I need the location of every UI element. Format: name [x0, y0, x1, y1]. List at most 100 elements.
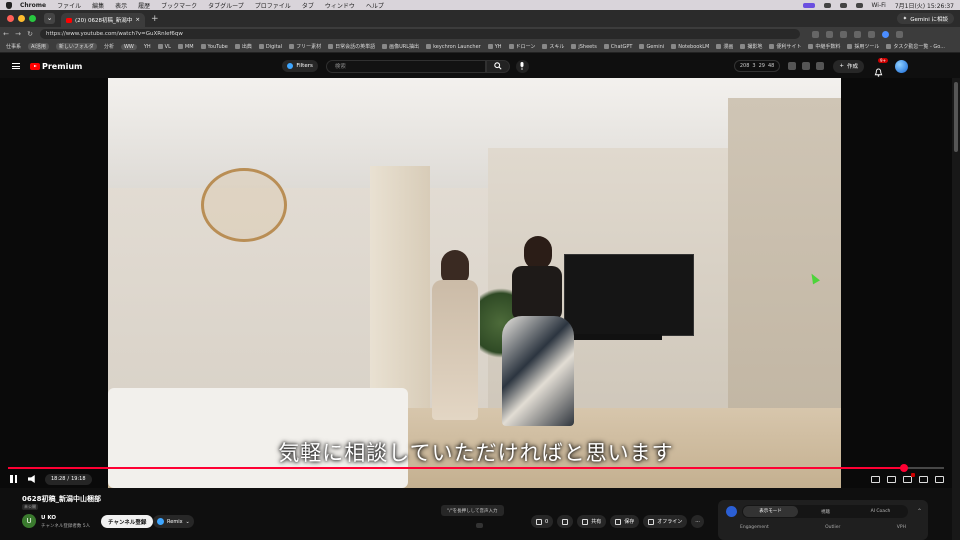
bookmark-item[interactable]: 採用ツール	[847, 43, 879, 50]
screen-record-icon[interactable]	[802, 2, 815, 8]
bookmark-item[interactable]: Gemini	[639, 44, 664, 50]
status-icon[interactable]	[839, 2, 847, 8]
battery-icon[interactable]	[855, 2, 863, 8]
like-button[interactable]: 0	[531, 515, 554, 528]
bookmark-item[interactable]: VL	[157, 44, 171, 50]
theater-mode-icon[interactable]	[919, 475, 928, 483]
chevron-up-icon[interactable]: ⌃	[917, 508, 922, 515]
video-frame[interactable]	[108, 78, 841, 488]
bookmark-item[interactable]: YH	[144, 44, 151, 50]
channel-avatar[interactable]: U	[22, 514, 36, 528]
bookmark-item[interactable]: ChatGPT	[603, 44, 632, 50]
search-input[interactable]: 検索	[325, 59, 486, 73]
bookmark-item[interactable]: 分析	[104, 43, 114, 50]
progress-bar[interactable]	[8, 464, 944, 472]
bookmark-item[interactable]: 漫画	[716, 43, 733, 50]
captions-icon[interactable]	[887, 475, 896, 483]
menu-window[interactable]: ウィンドウ	[325, 1, 355, 10]
extension-icon[interactable]	[788, 62, 797, 70]
bookmark-item[interactable]: 新しいフォルダ	[55, 43, 97, 50]
status-icon[interactable]	[823, 2, 831, 8]
menu-tab[interactable]: タブ	[302, 1, 314, 10]
save-button[interactable]: 保存	[610, 515, 640, 528]
voice-search-button[interactable]	[515, 59, 529, 73]
menu-file[interactable]: ファイル	[57, 1, 81, 10]
bookmark-item[interactable]: WW	[120, 43, 137, 50]
menu-profiles[interactable]: プロファイル	[255, 1, 291, 10]
chevron-down-icon[interactable]	[476, 523, 483, 528]
menu-view[interactable]: 表示	[115, 1, 127, 10]
bookmark-star-icon[interactable]	[812, 30, 819, 38]
reload-icon[interactable]: ↻	[24, 30, 36, 38]
bookmark-item[interactable]: MM	[177, 44, 194, 50]
scrollbar-thumb[interactable]	[954, 82, 958, 152]
bookmark-item[interactable]: 撮影地	[740, 43, 762, 50]
bookmark-item[interactable]: 便利サイト	[769, 43, 801, 50]
extension-icon[interactable]	[802, 62, 811, 70]
url-bar[interactable]: https://www.youtube.com/watch?v=GuXRnlef…	[40, 29, 800, 39]
gemini-button[interactable]: ✦ Gemini に相談	[896, 13, 954, 24]
apple-icon[interactable]	[6, 1, 12, 9]
menu-app-name[interactable]: Chrome	[20, 2, 46, 9]
bookmark-item[interactable]: 仕事系	[6, 43, 21, 50]
pause-icon[interactable]	[10, 475, 18, 483]
extension-icon[interactable]	[826, 30, 833, 38]
bookmark-item[interactable]: ドローン	[508, 43, 535, 50]
channel-name[interactable]: U KO	[41, 515, 56, 521]
profile-icon[interactable]	[882, 30, 889, 38]
search-button[interactable]	[485, 59, 510, 73]
bookmark-item[interactable]: スキル	[542, 43, 564, 50]
tab-search-icon[interactable]: ⌄	[44, 13, 55, 24]
bookmark-item[interactable]: 出典	[234, 43, 252, 50]
minimize-window-icon[interactable]	[18, 15, 25, 22]
bookmark-item[interactable]: 中継手数料	[808, 43, 840, 50]
extension-icon[interactable]	[840, 30, 847, 38]
hamburger-menu-icon[interactable]	[12, 63, 20, 69]
tab-ai-coach[interactable]: AI Coach	[853, 509, 908, 514]
create-button[interactable]: + 作成	[833, 59, 864, 73]
video-player[interactable]: 気軽に相談していただければと思います 18:28 / 19:18	[0, 78, 952, 488]
notifications-button[interactable]: 9+	[874, 57, 888, 77]
subscribe-button[interactable]: チャンネル登録	[101, 515, 154, 528]
extension-icon[interactable]	[868, 30, 875, 38]
wifi-label[interactable]: Wi-Fi	[872, 2, 886, 9]
back-icon[interactable]: ←	[0, 30, 12, 38]
bookmark-item[interactable]: NotebookLM	[671, 44, 709, 50]
download-button[interactable]: オフライン	[643, 515, 688, 528]
dislike-button[interactable]	[557, 515, 574, 528]
bookmark-item[interactable]: タスク勤怠一覧 - Go...	[886, 43, 945, 50]
menu-kebab-icon[interactable]	[896, 30, 903, 38]
filters-button[interactable]: Filters	[282, 60, 318, 72]
bookmark-item[interactable]: フリー素材	[289, 43, 321, 50]
clock[interactable]: 7月1日(火) 15:26:37	[895, 1, 954, 10]
extension-stats-pill[interactable]: 208 3 29 48	[733, 60, 781, 72]
bookmark-item[interactable]: keychron Launcher	[426, 44, 481, 50]
tab-display-mode[interactable]: 表示モード	[743, 506, 798, 517]
bookmark-item[interactable]: YH	[487, 44, 502, 50]
remix-button[interactable]: Remix ⌄	[153, 515, 194, 528]
volume-icon[interactable]	[28, 475, 35, 483]
bookmark-item[interactable]: AI活用	[28, 43, 49, 50]
more-actions-button[interactable]: ⋯	[691, 515, 705, 528]
extension-icon[interactable]	[854, 30, 861, 38]
settings-icon[interactable]	[903, 472, 915, 483]
extension-icon[interactable]	[816, 62, 825, 70]
menu-tabgroups[interactable]: タブグループ	[208, 1, 244, 10]
menu-history[interactable]: 履歴	[138, 1, 150, 10]
miniplayer-icon[interactable]	[871, 475, 880, 483]
menu-bookmarks[interactable]: ブックマーク	[161, 1, 197, 10]
bookmark-item[interactable]: Digital	[258, 44, 282, 50]
new-tab-icon[interactable]: +	[151, 14, 159, 24]
close-window-icon[interactable]	[7, 15, 14, 22]
account-avatar[interactable]	[894, 59, 908, 73]
bookmark-item[interactable]: 日常会話の英単語	[328, 43, 375, 50]
menu-help[interactable]: ヘルプ	[366, 1, 384, 10]
tab-watch[interactable]: 視聴	[798, 509, 853, 515]
page-scrollbar[interactable]	[952, 78, 960, 540]
menu-edit[interactable]: 編集	[92, 1, 104, 10]
share-button[interactable]: 共有	[577, 515, 607, 528]
close-tab-icon[interactable]: ×	[135, 17, 140, 23]
youtube-logo[interactable]: Premium	[30, 62, 82, 71]
fullscreen-icon[interactable]	[935, 475, 944, 483]
progress-scrubber[interactable]	[899, 464, 908, 472]
